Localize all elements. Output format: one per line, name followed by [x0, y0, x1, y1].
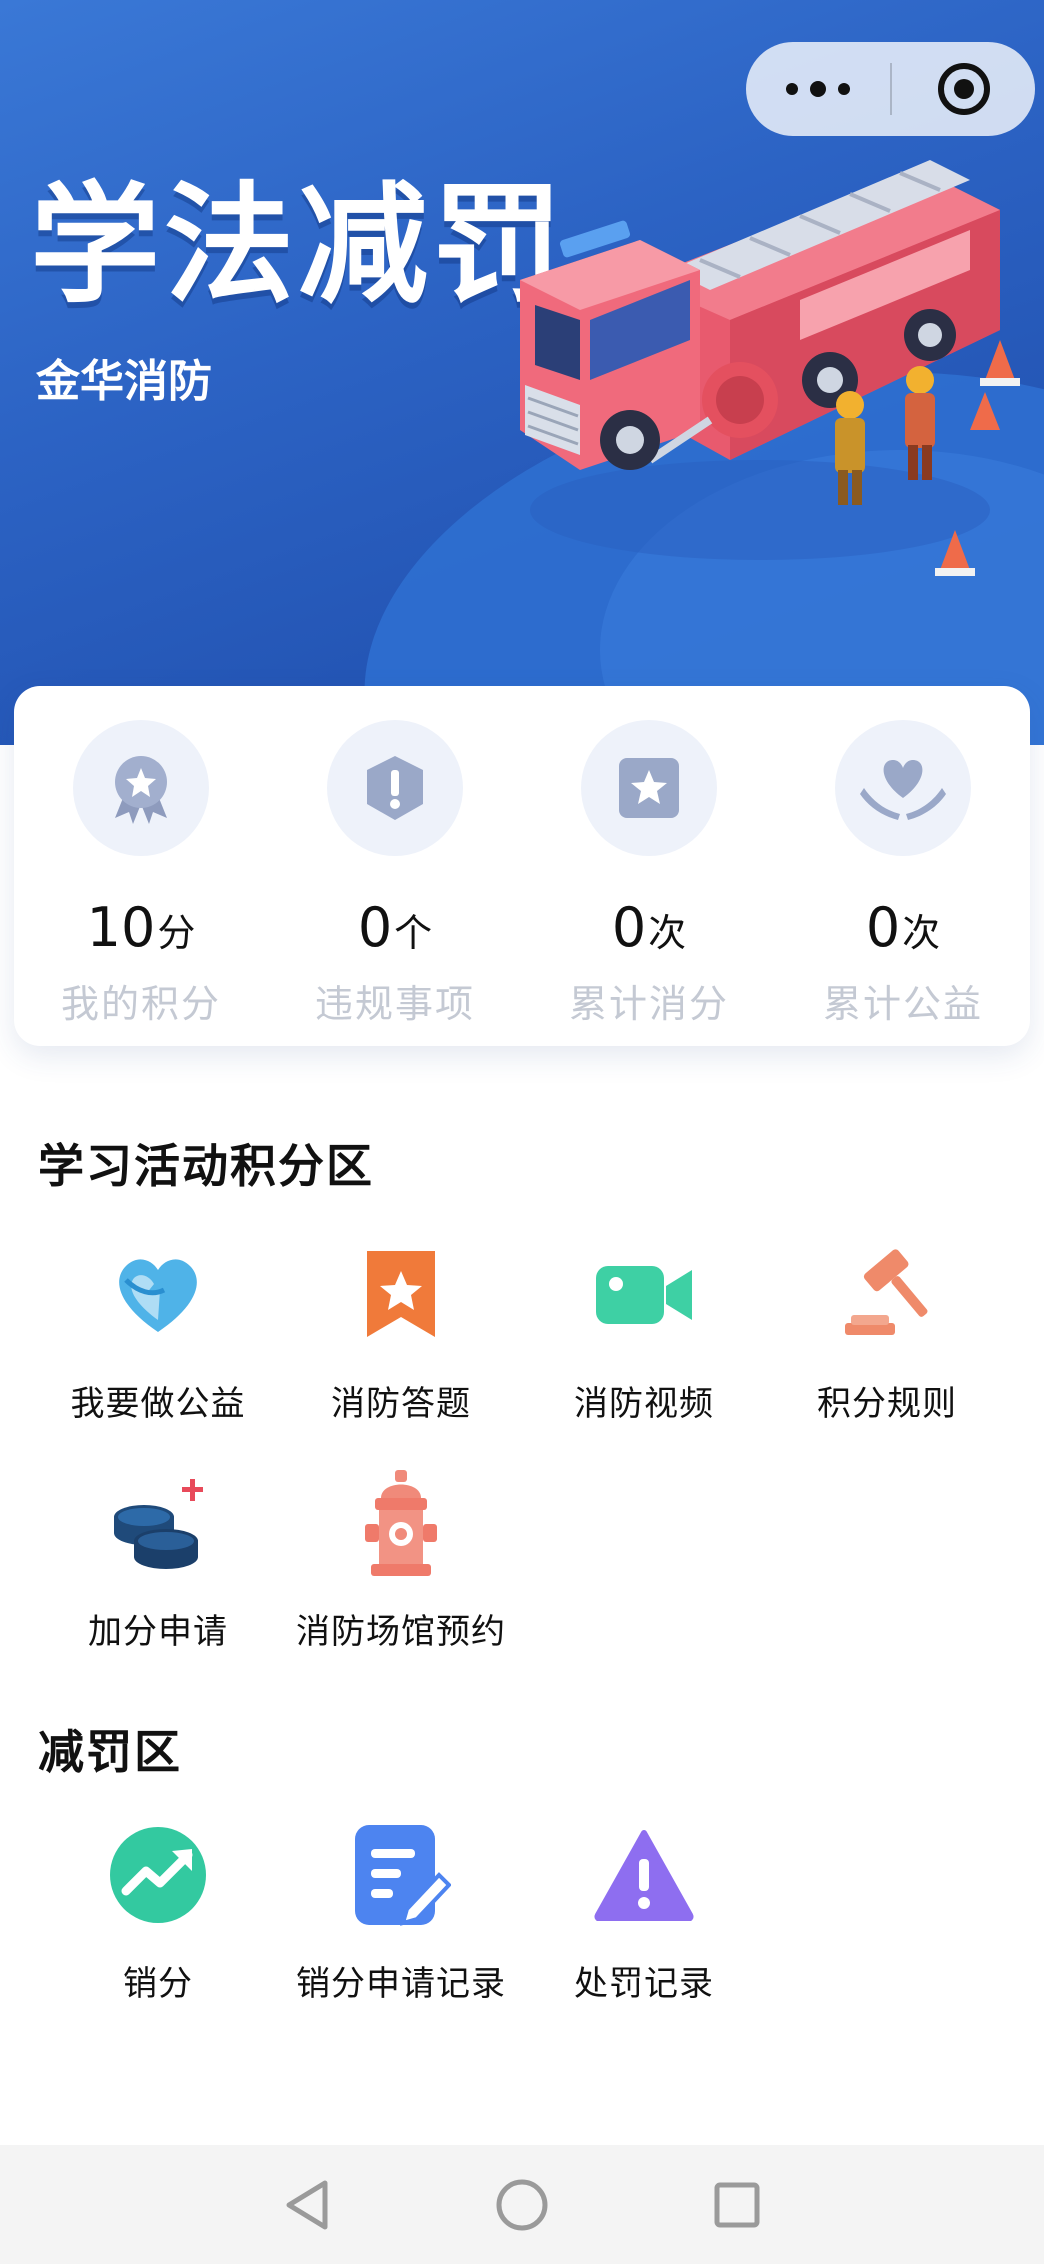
- bookmark-star-icon: [346, 1240, 456, 1350]
- stat-value: 10: [86, 896, 156, 959]
- points-rules-entry[interactable]: 积分规则: [762, 1240, 1012, 1425]
- penalty-section-title: 减罚区: [38, 1725, 182, 1779]
- back-triangle-icon[interactable]: [267, 2165, 347, 2245]
- stat-label: 累计消分: [568, 982, 729, 1026]
- medal-star-icon: [73, 720, 209, 856]
- stat-my-points[interactable]: 10 分 我的积分: [14, 686, 268, 1046]
- entry-label: 消防场馆预约: [296, 1612, 506, 1652]
- fire-hydrant-icon: [346, 1468, 456, 1578]
- coins-plus-icon: [103, 1468, 213, 1578]
- banner-subtitle: 金华消防: [36, 356, 212, 407]
- entry-label: 销分申请记录: [296, 1964, 506, 2004]
- stat-public-welfare[interactable]: 0 次 累计公益: [776, 686, 1030, 1046]
- exclamation-shield-icon: [327, 720, 463, 856]
- entry-label: 消防视频: [574, 1384, 714, 1424]
- star-square-icon: [581, 720, 717, 856]
- heart-hands-icon: [835, 720, 971, 856]
- study-section-title: 学习活动积分区: [38, 1139, 374, 1193]
- document-edit-icon: [346, 1820, 456, 1930]
- system-nav-bar: [0, 2145, 1044, 2264]
- trend-up-icon: [103, 1820, 213, 1930]
- stat-unit: 次: [902, 911, 941, 955]
- venue-booking-entry[interactable]: 消防场馆预约: [276, 1468, 526, 1653]
- miniprogram-capsule: [746, 42, 1035, 136]
- stat-violations[interactable]: 0 个 违规事项: [268, 686, 522, 1046]
- target-close-icon[interactable]: [892, 42, 1035, 136]
- stat-unit: 次: [648, 911, 687, 955]
- fire-video-entry[interactable]: 消防视频: [519, 1240, 769, 1425]
- bonus-apply-entry[interactable]: 加分申请: [33, 1468, 283, 1653]
- entry-label: 积分规则: [817, 1384, 957, 1424]
- fire-truck-illustration: [520, 160, 1020, 576]
- stat-unit: 个: [394, 911, 433, 955]
- stat-label: 我的积分: [60, 982, 221, 1026]
- fire-quiz-entry[interactable]: 消防答题: [276, 1240, 526, 1425]
- video-camera-icon: [589, 1240, 699, 1350]
- home-circle-icon[interactable]: [482, 2165, 562, 2245]
- gavel-icon: [832, 1240, 942, 1350]
- entry-label: 处罚记录: [574, 1964, 714, 2004]
- stat-value: 0: [357, 896, 393, 959]
- warning-triangle-icon: [589, 1820, 699, 1930]
- stat-label: 累计公益: [822, 982, 983, 1026]
- stats-card: 10 分 我的积分 0 个 违规事项 0 次 累计消分 0 次 累计公益: [14, 686, 1030, 1046]
- penalty-records-entry[interactable]: 处罚记录: [519, 1820, 769, 2005]
- recent-square-icon[interactable]: [697, 2165, 777, 2245]
- public-welfare-entry[interactable]: 我要做公益: [33, 1240, 283, 1425]
- entry-label: 加分申请: [88, 1612, 228, 1652]
- more-dots-icon[interactable]: [746, 42, 890, 136]
- hero-banner: 学法减罚 金华消防: [0, 0, 1044, 745]
- stat-unit: 分: [157, 911, 196, 955]
- banner-title: 学法减罚: [30, 169, 567, 321]
- clear-apply-records-entry[interactable]: 销分申请记录: [276, 1820, 526, 2005]
- entry-label: 消防答题: [331, 1384, 471, 1424]
- stat-label: 违规事项: [314, 982, 475, 1026]
- stat-points-cleared[interactable]: 0 次 累计消分: [522, 686, 776, 1046]
- entry-label: 销分: [123, 1964, 193, 2004]
- stat-value: 0: [865, 896, 901, 959]
- stat-value: 0: [611, 896, 647, 959]
- heart-icon: [103, 1240, 213, 1350]
- clear-points-entry[interactable]: 销分: [33, 1820, 283, 2005]
- entry-label: 我要做公益: [70, 1384, 246, 1424]
